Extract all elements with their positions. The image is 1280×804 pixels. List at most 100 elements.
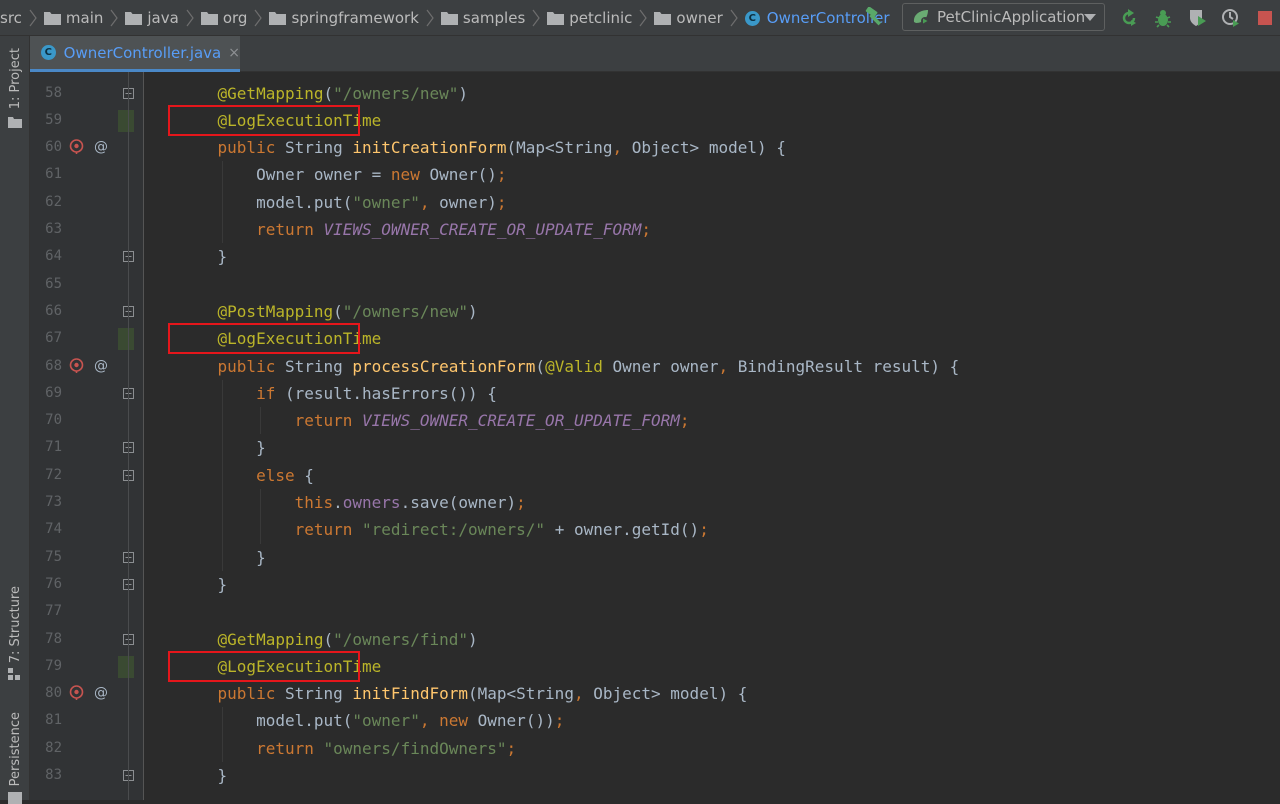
- request-mapping-icon[interactable]: [69, 685, 84, 701]
- tab-owner-controller[interactable]: C OwnerController.java ×: [30, 36, 240, 72]
- change-marker[interactable]: [118, 655, 134, 678]
- code-token: public: [217, 684, 276, 704]
- breadcrumb-item[interactable]: springframework: [269, 9, 419, 27]
- code-token: @GetMapping: [217, 83, 324, 103]
- request-mapping-icon[interactable]: [69, 139, 84, 155]
- chevron-down-icon: [1084, 14, 1096, 21]
- code-token: }: [179, 766, 228, 785]
- code-token: ;: [506, 738, 517, 758]
- chevron-right-icon: [29, 9, 37, 27]
- annotation-marker-icon[interactable]: @: [94, 134, 108, 161]
- code-token: ;: [679, 411, 690, 431]
- code-token: ): [458, 83, 469, 103]
- code-line[interactable]: return "owners/findOwners";: [179, 735, 516, 762]
- code-token: "owners/findOwners": [323, 738, 507, 758]
- code-token: processCreationForm: [352, 356, 536, 376]
- code-token: ;: [554, 711, 565, 731]
- code-token: .: [333, 493, 343, 512]
- code-line[interactable]: model.put("owner", new Owner());: [179, 707, 564, 734]
- annotation-marker-icon[interactable]: @: [94, 353, 108, 380]
- editor-gutter: 58 59 60 @61 62 63 64 65 66 67 68 @69 70 71 72 73 74 75 76…: [30, 72, 144, 800]
- profiler-icon[interactable]: [1221, 8, 1241, 28]
- folder-icon: [200, 12, 218, 25]
- code-token: }: [179, 574, 228, 594]
- breadcrumb-item[interactable]: main: [43, 9, 103, 27]
- change-marker[interactable]: [118, 328, 134, 351]
- code-line[interactable]: else {: [179, 462, 314, 489]
- java-class-icon: C: [41, 45, 56, 60]
- close-icon[interactable]: ×: [228, 45, 240, 61]
- code-token: model.put(: [179, 192, 353, 212]
- change-marker[interactable]: [118, 109, 134, 132]
- code-line[interactable]: return VIEWS_OWNER_CREATE_OR_UPDATE_FORM…: [179, 407, 690, 434]
- code-token: owners: [342, 493, 401, 512]
- code-token: Owner owner: [602, 356, 719, 376]
- line-number: 76: [45, 575, 62, 592]
- code-editor[interactable]: @GetMapping("/owners/new") @LogExecution…: [145, 72, 1280, 800]
- line-number: 62: [45, 193, 62, 210]
- breadcrumb-item[interactable]: src: [0, 9, 22, 27]
- code-line[interactable]: }: [179, 762, 228, 789]
- rerun-icon[interactable]: [1119, 8, 1139, 28]
- code-line[interactable]: }: [179, 571, 228, 598]
- code-line[interactable]: if (result.hasErrors()) {: [179, 380, 497, 407]
- structure-tool-button[interactable]: 7: Structure: [8, 586, 23, 663]
- code-line[interactable]: Owner owner = new Owner();: [179, 161, 506, 188]
- code-line[interactable]: @GetMapping("/owners/find"): [179, 626, 478, 653]
- breadcrumb-label: owner: [676, 9, 723, 27]
- debug-icon[interactable]: [1153, 8, 1173, 28]
- breadcrumb: src main java org springframework samples petc…: [0, 0, 890, 36]
- breadcrumb-label: samples: [462, 9, 526, 27]
- breadcrumb-item[interactable]: petclinic: [547, 9, 632, 27]
- code-token: VIEWS_OWNER_CREATE_OR_UPDATE_FORM: [362, 411, 680, 431]
- code-line[interactable]: return VIEWS_OWNER_CREATE_OR_UPDATE_FORM…: [179, 216, 651, 243]
- stop-icon[interactable]: [1255, 8, 1275, 28]
- highlight-box: [168, 323, 360, 355]
- code-line[interactable]: this.owners.save(owner);: [179, 489, 526, 516]
- project-tool-button[interactable]: 1: Project: [8, 48, 23, 109]
- code-line[interactable]: public String processCreationForm(@Valid…: [179, 353, 960, 380]
- indent-guide: [260, 407, 262, 435]
- line-number: 58: [45, 84, 62, 101]
- line-number: 65: [45, 275, 62, 292]
- request-mapping-icon[interactable]: [69, 357, 84, 373]
- line-number: 74: [45, 521, 62, 538]
- run-configuration-label: PetClinicApplication: [937, 8, 1086, 26]
- breadcrumb-item[interactable]: java: [125, 9, 179, 27]
- code-token: "owner": [352, 192, 420, 212]
- tab-label: OwnerController.java: [63, 43, 222, 62]
- code-line[interactable]: @GetMapping("/owners/new"): [179, 80, 468, 107]
- breadcrumb-item[interactable]: org: [200, 9, 247, 27]
- build-hammer-icon[interactable]: [864, 7, 886, 27]
- code-line[interactable]: public String initFindForm(Map<String, O…: [179, 680, 748, 707]
- run-with-coverage-icon[interactable]: [1187, 8, 1207, 28]
- code-line[interactable]: model.put("owner", owner);: [179, 189, 506, 216]
- chevron-right-icon: [639, 9, 648, 27]
- fold-guide-line: [128, 72, 129, 800]
- chevron-right-icon: [532, 9, 541, 27]
- chevron-right-icon: [254, 9, 263, 27]
- code-line[interactable]: @PostMapping("/owners/new"): [179, 298, 478, 325]
- line-number: 68: [45, 357, 62, 374]
- annotation-marker-icon[interactable]: @: [94, 680, 108, 707]
- code-token: if: [256, 383, 276, 403]
- persistence-tool-button[interactable]: Persistence: [8, 712, 23, 786]
- breadcrumb-item[interactable]: samples: [440, 9, 526, 27]
- code-line[interactable]: return "redirect:/owners/" + owner.getId…: [179, 516, 709, 543]
- code-token: public: [217, 356, 276, 376]
- code-token: ,: [612, 138, 623, 158]
- code-line[interactable]: }: [179, 243, 228, 270]
- folder-icon: [8, 117, 22, 128]
- run-configuration-dropdown[interactable]: PetClinicApplication: [902, 3, 1105, 31]
- code-token: (Map<String: [467, 684, 574, 704]
- breadcrumb-item[interactable]: owner: [654, 9, 723, 27]
- code-line[interactable]: public String initCreationForm(Map<Strin…: [179, 134, 786, 161]
- code-token: public: [217, 138, 276, 158]
- java-class-icon: C: [744, 10, 760, 26]
